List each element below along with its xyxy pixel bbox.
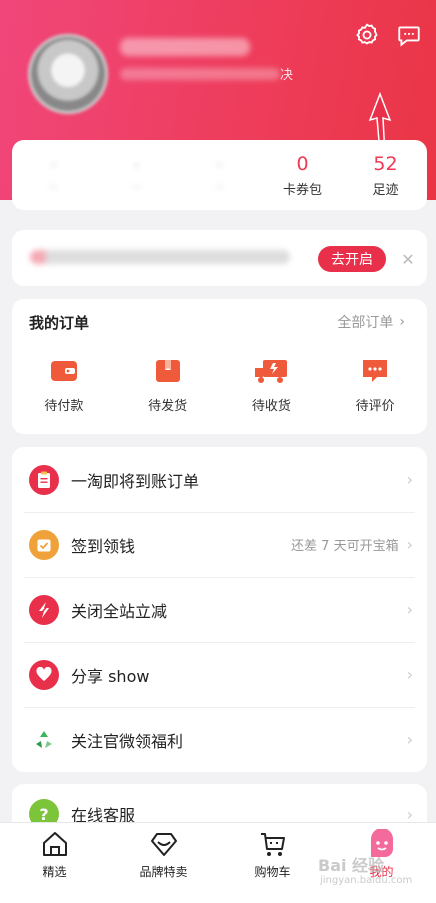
- tab-label: 精选: [42, 865, 67, 879]
- tab-brand-sale[interactable]: 品牌特卖: [109, 823, 218, 903]
- stat-value: ·: [133, 154, 140, 177]
- comment-icon: [363, 360, 388, 382]
- order-pending-receipt[interactable]: 待收货: [220, 357, 324, 414]
- avatar[interactable]: [28, 34, 108, 114]
- stat-label: ··: [132, 180, 141, 196]
- wallet-icon: [50, 361, 77, 381]
- stat-footprint-label: 足迹: [372, 182, 399, 198]
- clipboard-icon: [29, 464, 59, 495]
- stats-bar: · ·· · ·· · ·· 0 卡券包 52 足迹: [12, 140, 427, 210]
- order-status-row: 待付款 待发货 待收货 待评价: [12, 357, 427, 414]
- menu-item-label: 关注官微领福利: [71, 731, 184, 751]
- watermark-url: jingyan.baidu.com: [320, 875, 413, 886]
- subtitle-blurred: [120, 68, 280, 80]
- menu-item-close-discount[interactable]: 关闭全站立减 ›: [12, 577, 427, 642]
- chevron-right-icon: ›: [406, 804, 413, 824]
- orders-title: 我的订单: [29, 314, 90, 332]
- stat-item[interactable]: · ··: [95, 140, 178, 210]
- menu-item-checkin[interactable]: 签到领钱 还差 7 天可开宝箱 ›: [12, 512, 427, 577]
- order-item-label: 待收货: [251, 399, 291, 414]
- stat-label: ··: [49, 180, 58, 196]
- recycle-icon: [29, 724, 59, 755]
- top-icons: [352, 20, 424, 50]
- subtitle-tail: 决: [280, 68, 294, 83]
- enable-button[interactable]: 去开启: [318, 246, 386, 272]
- all-orders-link[interactable]: 全部订单 ›: [337, 312, 405, 332]
- order-item-label: 待发货: [148, 399, 188, 414]
- cart-icon: [260, 833, 285, 856]
- menu-item-label: 关闭全站立减: [71, 601, 168, 621]
- stat-coupons-label: 卡券包: [282, 182, 322, 198]
- package-icon: [155, 360, 180, 382]
- nickname-blurred: [120, 38, 250, 56]
- stat-footprint-value: 52: [373, 152, 398, 175]
- checkin-icon: [29, 529, 59, 560]
- stat-footprint[interactable]: 52 足迹: [344, 140, 427, 210]
- settings-icon[interactable]: [352, 20, 382, 50]
- stat-label: ··: [215, 180, 224, 196]
- menu-item-pending-orders[interactable]: 一淘即将到账订单 ›: [12, 447, 427, 512]
- menu-item-label: 一淘即将到账订单: [71, 471, 200, 491]
- home-icon: [42, 832, 67, 856]
- checkin-progress-text: 还差 7 天可开宝箱: [291, 539, 399, 554]
- stat-value: ·: [50, 154, 57, 177]
- order-item-label: 待付款: [44, 399, 84, 414]
- notice-text-blurred: [30, 250, 290, 264]
- all-orders-label: 全部订单: [337, 315, 394, 331]
- order-pending-shipment[interactable]: 待发货: [116, 357, 220, 414]
- close-icon[interactable]: ✕: [398, 246, 418, 272]
- stat-item[interactable]: · ··: [178, 140, 261, 210]
- stat-value: ·: [216, 154, 223, 177]
- menu-item-follow-weibo[interactable]: 关注官微领福利 ›: [12, 707, 427, 772]
- order-item-label: 待评价: [355, 399, 395, 414]
- order-pending-payment[interactable]: 待付款: [12, 357, 116, 414]
- heart-icon: [29, 659, 59, 690]
- chevron-right-icon: ›: [406, 535, 413, 554]
- menu-item-label: 签到领钱: [71, 536, 136, 556]
- chevron-right-icon: ›: [406, 600, 413, 619]
- diamond-icon: [150, 833, 177, 856]
- tab-featured[interactable]: 精选: [0, 823, 109, 903]
- tab-label: 购物车: [254, 865, 291, 879]
- lightning-icon: [29, 594, 59, 625]
- watermark: Bai 经验: [318, 856, 385, 875]
- stat-item[interactable]: · ··: [12, 140, 95, 210]
- tab-cart[interactable]: 购物车: [218, 823, 327, 903]
- chevron-right-icon: ›: [406, 665, 413, 684]
- my-orders-card: 我的订单 全部订单 › 待付款 待发货 待收货 待评价: [12, 299, 427, 434]
- menu-item-share[interactable]: 分享 show ›: [12, 642, 427, 707]
- tab-label: 品牌特卖: [139, 865, 188, 879]
- message-icon[interactable]: [394, 20, 424, 50]
- chevron-right-icon: ›: [406, 730, 413, 749]
- order-pending-review[interactable]: 待评价: [323, 357, 427, 414]
- menu-item-label: 分享 show: [71, 666, 150, 686]
- stat-coupons-value: 0: [296, 152, 309, 175]
- chevron-right-icon: ›: [406, 470, 413, 489]
- stat-coupons[interactable]: 0 卡券包: [261, 140, 344, 210]
- truck-icon: [255, 360, 288, 383]
- chevron-right-icon: ›: [399, 314, 405, 330]
- feature-menu: 一淘即将到账订单 › 签到领钱 还差 7 天可开宝箱 › 关闭全站立减 › 分享…: [12, 447, 427, 772]
- notification-banner: 去开启 ✕: [12, 230, 427, 286]
